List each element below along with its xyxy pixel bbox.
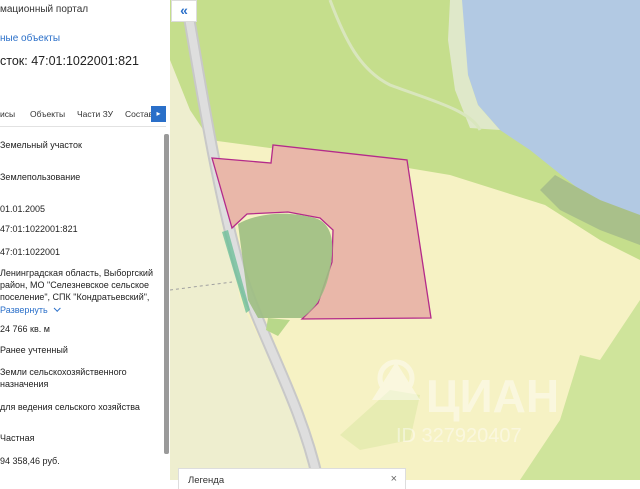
watermark-text: ЦИАН xyxy=(426,370,559,422)
watermark-id: ID 327920407 xyxy=(396,425,522,447)
row-status: Ранее учтенный xyxy=(0,345,68,355)
scrollbar-thumb[interactable] xyxy=(164,134,169,454)
objects-link[interactable]: ные объекты xyxy=(0,33,60,44)
expand-link[interactable]: Развернуть xyxy=(0,304,61,316)
chevron-down-icon xyxy=(53,304,61,312)
parcel-number: сток: 47:01:1022001:821 xyxy=(0,54,139,68)
tab-parts[interactable]: Части ЗУ xyxy=(77,109,113,119)
row-quarter: 47:01:1022001 xyxy=(0,247,61,257)
close-icon[interactable]: × xyxy=(391,473,397,485)
tab-objects[interactable]: Объекты xyxy=(30,109,65,119)
tab-divider xyxy=(0,126,166,127)
row-address-2: район, МО "Селезневское сельское xyxy=(0,280,150,290)
cadastral-map[interactable]: ЦИАН ID 327920407 xyxy=(170,0,640,480)
row-category-2: назначения xyxy=(0,379,49,389)
legend-panel[interactable]: Легенда × xyxy=(178,468,406,489)
row-type: Земельный участок xyxy=(0,140,82,150)
row-kind: Землепользование xyxy=(0,172,81,182)
row-address-3: поселение", СПК "Кондратьевский", xyxy=(0,292,150,302)
tab-notes[interactable]: исы xyxy=(0,109,15,119)
row-ownership: Частная xyxy=(0,433,35,443)
row-cost: 94 358,46 руб. xyxy=(0,456,60,466)
expand-label: Развернуть xyxy=(0,305,48,315)
row-use: для ведения сельского хозяйства xyxy=(0,402,140,412)
portal-title: мационный портал xyxy=(0,4,89,15)
row-category-1: Земли сельскохозяйственного xyxy=(0,367,127,377)
row-address-1: Ленинградская область, Выборгский xyxy=(0,268,153,278)
tab-composition[interactable]: Состав xyxy=(125,109,153,119)
legend-title: Легенда xyxy=(188,475,225,486)
tab-bar: исы Объекты Части ЗУ Состав xyxy=(0,106,166,122)
row-cad-number: 47:01:1022001:821 xyxy=(0,224,78,234)
row-date: 01.01.2005 xyxy=(0,204,46,214)
row-area: 24 766 кв. м xyxy=(0,324,50,334)
collapse-panel-button[interactable]: « xyxy=(171,0,197,22)
tabs-next-button[interactable]: ▸ xyxy=(151,106,166,122)
info-panel: мационный портал ные объекты сток: 47:01… xyxy=(0,0,171,480)
